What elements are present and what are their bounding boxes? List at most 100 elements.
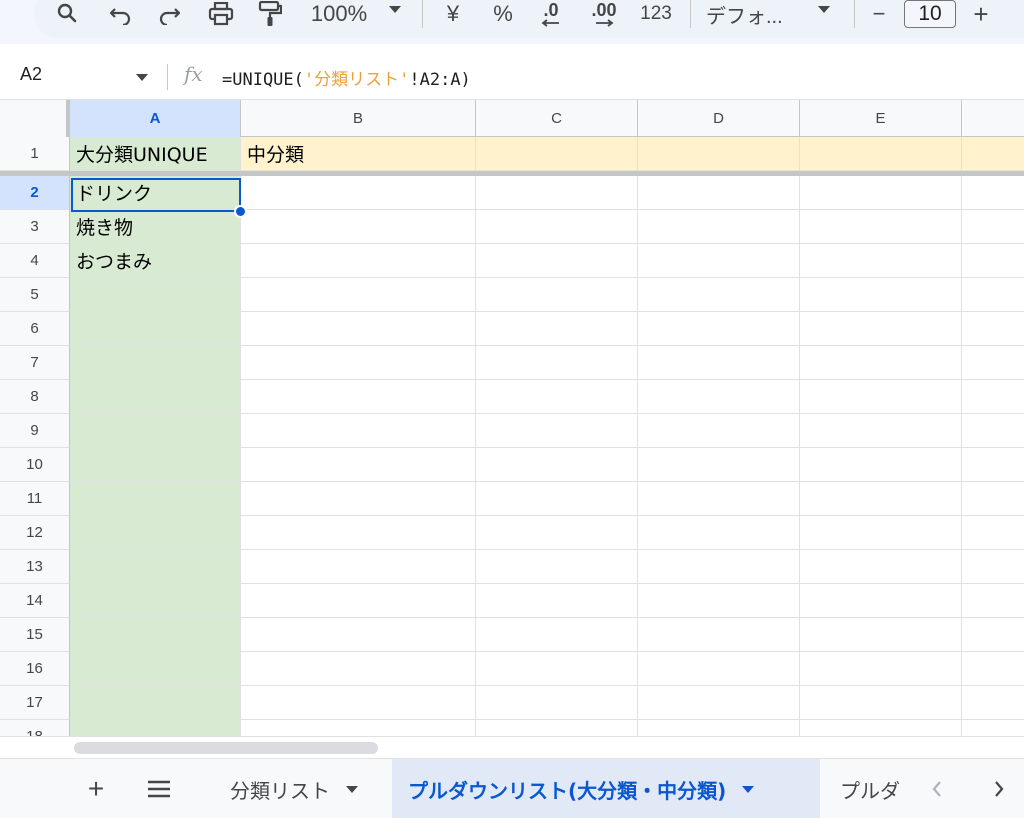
cell[interactable] (638, 414, 800, 448)
horizontal-scrollbar[interactable] (0, 736, 1024, 758)
cell[interactable] (476, 550, 638, 584)
cell[interactable] (70, 516, 241, 550)
cell[interactable] (962, 210, 1024, 244)
cell[interactable] (962, 720, 1024, 736)
increase-decimal-button[interactable]: .00 (584, 0, 624, 28)
cell[interactable] (800, 176, 962, 210)
cell[interactable] (70, 652, 241, 686)
cell[interactable] (476, 176, 638, 210)
row-header[interactable]: 4 (0, 244, 70, 278)
cell[interactable] (70, 482, 241, 516)
column-header-c[interactable]: C (476, 100, 638, 137)
cell[interactable] (70, 686, 241, 720)
cell[interactable] (476, 720, 638, 736)
paint-format-icon[interactable] (254, 0, 286, 28)
cell[interactable] (638, 584, 800, 618)
cell[interactable] (476, 244, 638, 278)
cell[interactable] (476, 448, 638, 482)
name-box[interactable]: A2 (20, 64, 42, 85)
cell[interactable] (476, 312, 638, 346)
cell[interactable] (638, 516, 800, 550)
cell[interactable] (800, 380, 962, 414)
cell[interactable] (800, 278, 962, 312)
cell[interactable] (962, 516, 1024, 550)
row-header[interactable]: 8 (0, 380, 70, 414)
cell[interactable] (962, 244, 1024, 278)
cell[interactable]: 焼き物 (70, 210, 241, 244)
cell[interactable] (476, 516, 638, 550)
cell[interactable] (70, 380, 241, 414)
zoom-value[interactable]: 100% (306, 0, 372, 28)
cell[interactable] (800, 618, 962, 652)
cell[interactable] (476, 686, 638, 720)
cell[interactable] (962, 618, 1024, 652)
cell[interactable] (638, 550, 800, 584)
cell[interactable] (962, 312, 1024, 346)
cell[interactable] (800, 482, 962, 516)
cell[interactable] (638, 244, 800, 278)
cell[interactable] (962, 448, 1024, 482)
horizontal-scrollbar-thumb[interactable] (74, 742, 378, 754)
cell[interactable] (476, 652, 638, 686)
sheet-tab-pulldown-list[interactable]: プルダウンリスト(大分類・中分類) (392, 759, 820, 818)
column-header-f[interactable] (962, 100, 1024, 137)
fill-handle[interactable] (234, 205, 247, 218)
cell[interactable] (962, 686, 1024, 720)
row-header[interactable]: 6 (0, 312, 70, 346)
cell[interactable] (241, 686, 476, 720)
row-header[interactable]: 7 (0, 346, 70, 380)
scroll-tabs-left-icon[interactable] (922, 759, 952, 818)
cell[interactable] (800, 720, 962, 736)
cell[interactable] (962, 278, 1024, 312)
row-header[interactable]: 9 (0, 414, 70, 448)
percent-format-button[interactable]: % (488, 0, 518, 28)
cell[interactable] (241, 346, 476, 380)
font-dropdown-icon[interactable] (818, 6, 830, 13)
cell[interactable] (800, 210, 962, 244)
number-format-button[interactable]: 123 (636, 0, 676, 28)
sheet-tab-dropdown-icon[interactable] (742, 785, 755, 793)
cell[interactable] (638, 448, 800, 482)
cell[interactable] (241, 652, 476, 686)
cell[interactable] (241, 584, 476, 618)
cell[interactable] (638, 210, 800, 244)
cell[interactable] (70, 414, 241, 448)
sheet-tab-pulldown-2[interactable]: プルダ (824, 759, 902, 818)
cell[interactable] (800, 584, 962, 618)
cell[interactable] (800, 550, 962, 584)
cell[interactable] (476, 414, 638, 448)
row-header[interactable]: 18 (0, 720, 70, 736)
cell[interactable] (241, 720, 476, 736)
currency-format-button[interactable]: ¥ (438, 0, 468, 28)
font-size-input[interactable]: 10 (904, 0, 956, 28)
cell[interactable] (241, 618, 476, 652)
frozen-row-divider[interactable] (0, 171, 1024, 176)
print-icon[interactable] (204, 0, 238, 28)
cell[interactable] (241, 176, 476, 210)
decrease-decimal-button[interactable]: .0 (534, 0, 568, 28)
row-header[interactable]: 15 (0, 618, 70, 652)
cell[interactable] (241, 312, 476, 346)
row-header[interactable]: 14 (0, 584, 70, 618)
cell[interactable] (800, 312, 962, 346)
cell[interactable] (241, 278, 476, 312)
cell[interactable] (800, 516, 962, 550)
cell[interactable] (241, 244, 476, 278)
row-header[interactable]: 13 (0, 550, 70, 584)
cell[interactable]: おつまみ (70, 244, 241, 278)
cell[interactable] (638, 720, 800, 736)
increase-font-size-button[interactable]: + (968, 0, 994, 29)
column-header-e[interactable]: E (800, 100, 962, 137)
undo-icon[interactable] (106, 0, 136, 28)
zoom-dropdown-icon[interactable] (389, 6, 401, 13)
cell[interactable] (962, 346, 1024, 380)
cell[interactable] (800, 346, 962, 380)
cell[interactable]: 中分類 (241, 137, 476, 171)
cell[interactable] (638, 652, 800, 686)
cell[interactable] (70, 550, 241, 584)
cell[interactable] (70, 278, 241, 312)
cell[interactable] (962, 380, 1024, 414)
cell[interactable] (476, 346, 638, 380)
cell[interactable] (476, 278, 638, 312)
row-header[interactable]: 3 (0, 210, 70, 244)
